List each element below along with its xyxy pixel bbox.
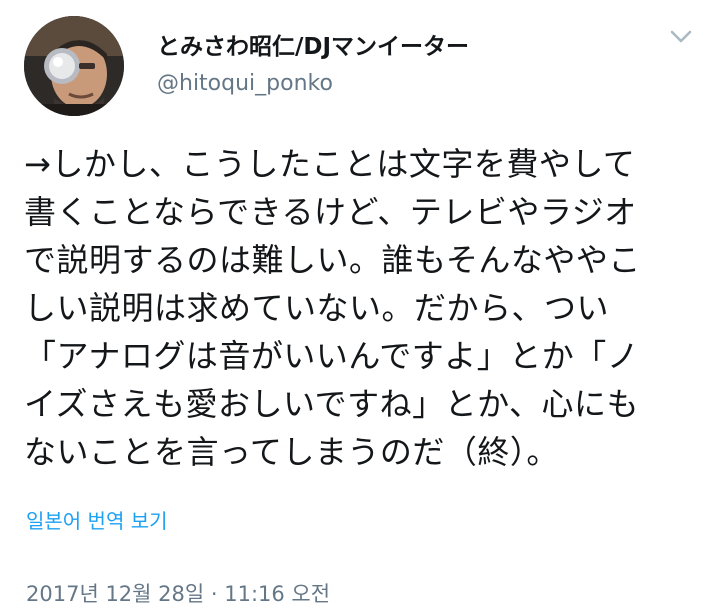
tweet-timestamp[interactable]: 2017년 12월 28일 · 11:16 오전: [26, 578, 330, 608]
chevron-down-icon[interactable]: [666, 24, 696, 48]
avatar[interactable]: [24, 16, 124, 116]
translate-link[interactable]: 일본어 번역 보기: [26, 505, 168, 534]
tweet-text: →しかし、こうしたことは文字を費やして 書くことならできるけど、テレビやラジオ …: [24, 145, 641, 471]
avatar-photo: [24, 16, 124, 116]
user-handle[interactable]: @hitoqui_ponko: [157, 69, 469, 99]
tweet-card: とみさわ昭仁/DJマンイーター @hitoqui_ponko →しかし、こうした…: [0, 0, 720, 616]
tweet-header: とみさわ昭仁/DJマンイーター @hitoqui_ponko: [24, 16, 696, 116]
display-name[interactable]: とみさわ昭仁/DJマンイーター: [157, 32, 469, 62]
user-names: とみさわ昭仁/DJマンイーター @hitoqui_ponko: [157, 32, 469, 99]
